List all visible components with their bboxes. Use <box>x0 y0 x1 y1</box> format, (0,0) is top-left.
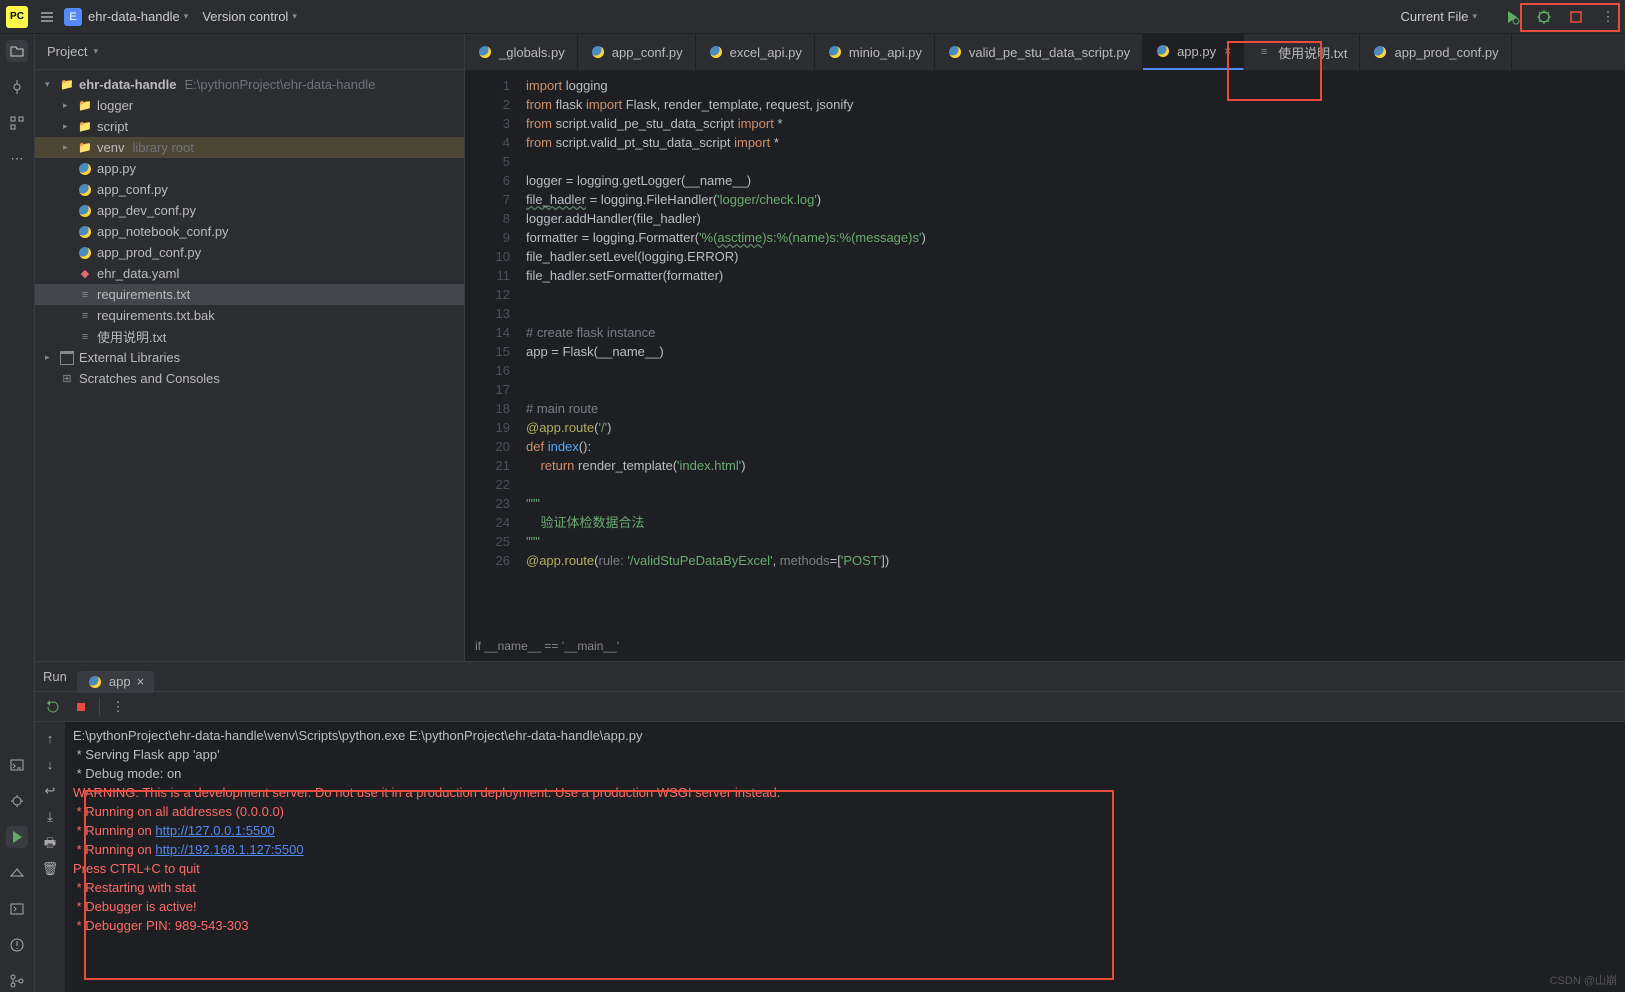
tree-item[interactable]: ▸📁venvlibrary root <box>35 137 464 158</box>
run-tool-icon[interactable] <box>6 826 28 848</box>
python-icon <box>827 44 843 60</box>
python-console-icon[interactable] <box>6 754 28 776</box>
close-tab-icon[interactable]: × <box>137 674 145 689</box>
run-tool-window: Run app × ⋮ ↑ ↓ ↩ ⤓ 🖶 <box>35 662 1625 992</box>
tree-item[interactable]: app_dev_conf.py <box>35 200 464 221</box>
editor-tabs: _globals.pyapp_conf.pyexcel_api.pyminio_… <box>465 34 1625 70</box>
project-panel-header[interactable]: Project▾ <box>35 34 464 70</box>
editor-tab[interactable]: _globals.py <box>465 34 578 70</box>
project-tool-window: Project▾ ▾📁ehr-data-handleE:\pythonProje… <box>35 34 465 661</box>
editor-tab[interactable]: minio_api.py <box>815 34 935 70</box>
soft-wrap-icon[interactable]: ↩ <box>40 780 60 800</box>
line-gutter: 1234567891011121314151617181920212223242… <box>465 70 520 637</box>
python-icon <box>477 44 493 60</box>
run-more-icon[interactable]: ⋮ <box>108 697 128 717</box>
scroll-down-icon[interactable]: ↓ <box>40 754 60 774</box>
python-icon <box>708 44 724 60</box>
run-title: Run <box>43 669 67 684</box>
tree-root[interactable]: ▾📁ehr-data-handleE:\pythonProject\ehr-da… <box>35 74 464 95</box>
editor-tab[interactable]: excel_api.py <box>696 34 815 70</box>
tree-item[interactable]: ▸📁script <box>35 116 464 137</box>
python-icon <box>590 44 606 60</box>
vcs-tool-icon[interactable] <box>6 970 28 992</box>
problems-tool-icon[interactable] <box>6 934 28 956</box>
run-with-coverage-icon[interactable] <box>1501 6 1523 28</box>
close-tab-icon[interactable]: × <box>1224 44 1231 58</box>
tree-item[interactable]: ≡requirements.txt <box>35 284 464 305</box>
code-editor[interactable]: import loggingfrom flask import Flask, r… <box>520 70 1625 637</box>
ide-logo: PC <box>6 6 28 28</box>
run-config-tab[interactable]: app × <box>77 671 154 693</box>
tree-item[interactable]: ◆ehr_data.yaml <box>35 263 464 284</box>
tree-item[interactable]: app_prod_conf.py <box>35 242 464 263</box>
project-tree[interactable]: ▾📁ehr-data-handleE:\pythonProject\ehr-da… <box>35 70 464 393</box>
more-tools-icon[interactable]: ⋯ <box>6 148 28 170</box>
vcs-dropdown[interactable]: Version control▾ <box>202 9 297 24</box>
main-menu-button[interactable] <box>36 6 58 28</box>
stop-icon[interactable] <box>1565 6 1587 28</box>
tree-ext-libs[interactable]: ▸External Libraries <box>35 347 464 368</box>
editor-tab[interactable]: ≡使用说明.txt <box>1244 34 1360 70</box>
tree-item[interactable]: app_conf.py <box>35 179 464 200</box>
rerun-icon[interactable] <box>43 697 63 717</box>
run-gutter: ↑ ↓ ↩ ⤓ 🖶 🗑 <box>35 722 65 992</box>
services-tool-icon[interactable] <box>6 862 28 884</box>
project-dropdown[interactable]: ehr-data-handle▾ <box>88 9 188 24</box>
print-icon[interactable]: 🖶 <box>40 832 60 852</box>
title-bar: PC E ehr-data-handle▾ Version control▾ C… <box>0 0 1625 34</box>
clear-icon[interactable]: 🗑 <box>40 858 60 878</box>
project-badge: E <box>64 8 82 26</box>
scroll-to-end-icon[interactable]: ⤓ <box>40 806 60 826</box>
console-output[interactable]: E:\pythonProject\ehr-data-handle\venv\Sc… <box>65 722 1625 992</box>
project-tool-icon[interactable] <box>6 40 28 62</box>
editor-tab[interactable]: valid_pe_stu_data_script.py <box>935 34 1143 70</box>
tree-scratches[interactable]: ⊞Scratches and Consoles <box>35 368 464 389</box>
editor-tab[interactable]: app_prod_conf.py <box>1360 34 1511 70</box>
run-config-dropdown[interactable]: Current File▾ <box>1401 9 1477 24</box>
left-tool-rail: ⋯ <box>0 34 35 992</box>
debug-icon[interactable] <box>1533 6 1555 28</box>
editor-tab[interactable]: app.py× <box>1143 34 1244 70</box>
commit-tool-icon[interactable] <box>6 76 28 98</box>
python-icon <box>1155 43 1171 59</box>
structure-tool-icon[interactable] <box>6 112 28 134</box>
tree-item[interactable]: ≡使用说明.txt <box>35 326 464 347</box>
text-icon: ≡ <box>1256 44 1272 60</box>
python-icon <box>947 44 963 60</box>
tree-item[interactable]: ≡requirements.txt.bak <box>35 305 464 326</box>
python-icon <box>1372 44 1388 60</box>
console-link[interactable]: http://127.0.0.1:5500 <box>155 823 274 838</box>
more-icon[interactable]: ⋮ <box>1597 6 1619 28</box>
stop-run-icon[interactable] <box>71 697 91 717</box>
scroll-up-icon[interactable]: ↑ <box>40 728 60 748</box>
tree-item[interactable]: app_notebook_conf.py <box>35 221 464 242</box>
console-link[interactable]: http://192.168.1.127:5500 <box>155 842 303 857</box>
watermark: CSDN @山崩 <box>1550 972 1617 988</box>
editor-tab[interactable]: app_conf.py <box>578 34 696 70</box>
python-icon <box>87 674 103 690</box>
terminal-tool-icon[interactable] <box>6 898 28 920</box>
breadcrumb[interactable]: if __name__ == '__main__' <box>465 637 1625 661</box>
tree-item[interactable]: ▸📁logger <box>35 95 464 116</box>
tree-item[interactable]: app.py <box>35 158 464 179</box>
debug-tool-icon[interactable] <box>6 790 28 812</box>
